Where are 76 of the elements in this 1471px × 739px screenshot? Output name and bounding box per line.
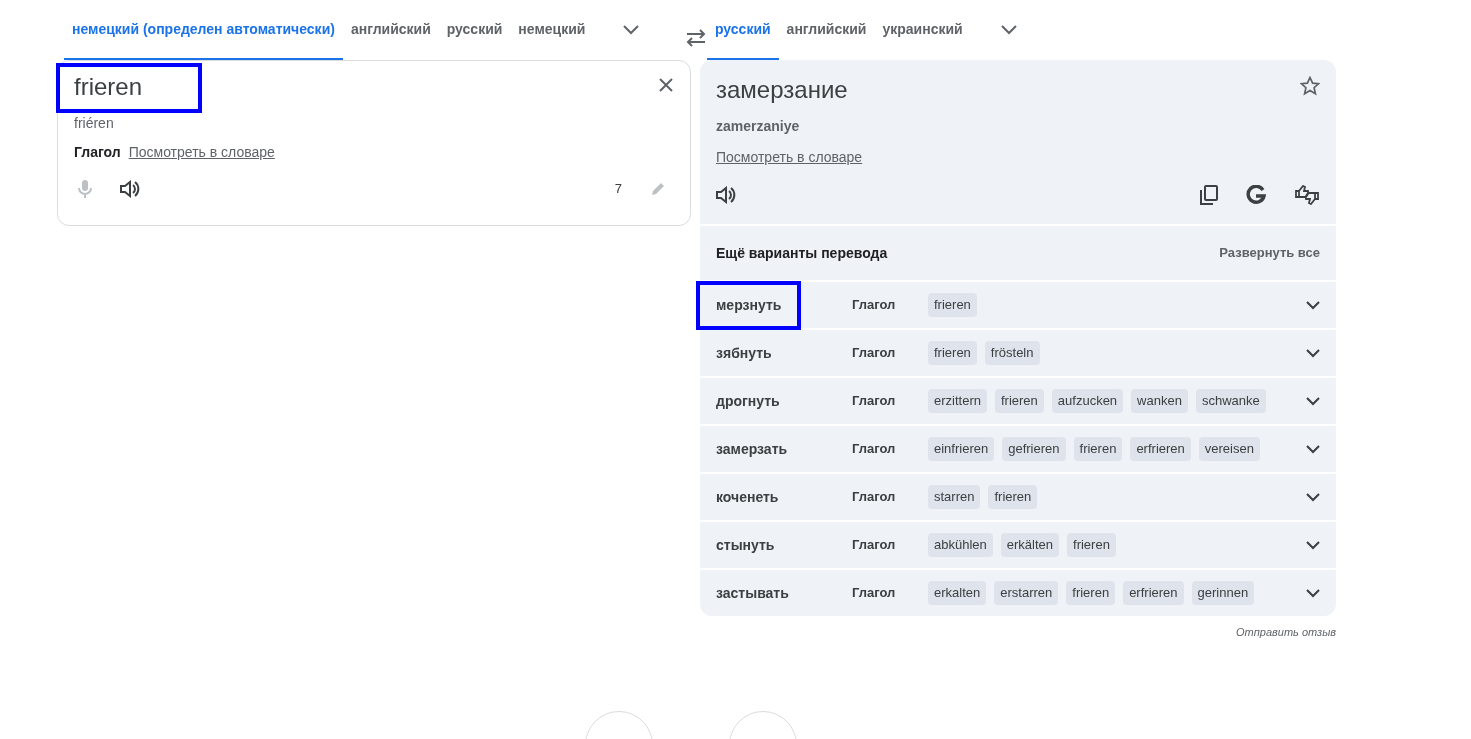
speaker-icon[interactable] — [716, 186, 736, 204]
chevron-down-icon[interactable] — [1306, 444, 1320, 454]
synonym-chip[interactable]: erfrieren — [1130, 437, 1191, 461]
language-tab[interactable]: немецкий — [510, 0, 594, 60]
translation-word: замерзать — [715, 439, 789, 459]
translation-word: коченеть — [715, 487, 780, 507]
synonym-chip[interactable]: frieren — [994, 389, 1044, 413]
synonym-chip[interactable]: erzittern — [928, 389, 987, 413]
part-of-speech: Глагол — [852, 440, 897, 459]
synonym-chip[interactable]: erfrieren — [1123, 581, 1184, 605]
translation-row[interactable]: зябнуть Глагол frieren frösteln — [700, 328, 1336, 376]
synonym-chip[interactable]: frösteln — [984, 341, 1040, 365]
translation-word: зябнуть — [715, 343, 773, 363]
expand-all-button[interactable]: Развернуть все — [1219, 243, 1320, 263]
translation-word: стынуть — [715, 535, 776, 555]
section-title: Ещё варианты перевода — [716, 243, 888, 263]
language-tab[interactable]: английский — [342, 0, 439, 60]
translation-row[interactable]: коченеть Глагол starren frieren — [700, 472, 1336, 520]
part-of-speech: Глагол — [852, 344, 897, 363]
synonym-chip[interactable]: starren — [928, 485, 981, 509]
chevron-down-icon[interactable] — [1306, 396, 1320, 406]
synonym-chip[interactable]: frieren — [1067, 533, 1116, 557]
chevron-down-icon[interactable] — [1000, 25, 1017, 35]
character-count: 7 — [614, 180, 622, 199]
star-icon[interactable] — [1300, 76, 1320, 96]
part-of-speech: Глагол — [852, 392, 897, 411]
thumbs-icon[interactable] — [1294, 185, 1320, 205]
translation-row[interactable]: застывать Глагол erkalten erstarren frieren erfrieren gerinnen — [700, 568, 1336, 616]
synonym-chip[interactable]: gerinnen — [1191, 581, 1255, 605]
dictionary-link[interactable]: Посмотреть в словаре — [128, 142, 275, 163]
synonym-chip[interactable]: frieren — [928, 293, 977, 317]
translation-row[interactable]: стынуть Глагол abkühlen erkälten frieren — [700, 520, 1336, 568]
synonym-chip[interactable]: schwanke — [1195, 389, 1266, 413]
part-of-speech: Глагол — [74, 143, 121, 162]
language-tab[interactable]: украинский — [874, 0, 971, 60]
dictionary-link[interactable]: Посмотреть в словаре — [716, 149, 863, 165]
chevron-down-icon[interactable] — [1306, 588, 1320, 598]
synonym-chip[interactable]: frieren — [928, 341, 977, 365]
synonym-chip[interactable]: vereisen — [1198, 437, 1260, 461]
synonym-chip[interactable]: wanken — [1131, 389, 1188, 413]
synonym-chip[interactable]: frieren — [1066, 581, 1116, 605]
language-tab[interactable]: английский — [778, 0, 875, 60]
speaker-icon[interactable] — [120, 180, 140, 198]
feedback-link[interactable]: Отправить отзыв — [700, 624, 1336, 641]
transliteration: friéren — [74, 114, 115, 133]
synonym-chip[interactable]: gefrieren — [1002, 437, 1066, 461]
translation-row[interactable]: мерзнуть Глагол frieren — [700, 280, 1336, 328]
part-of-speech: Глагол — [852, 536, 897, 555]
language-tab[interactable]: немецкий (определен автоматически) — [64, 0, 343, 60]
copy-icon[interactable] — [1200, 185, 1218, 205]
part-of-speech: Глагол — [852, 584, 897, 603]
synonym-chip[interactable]: frieren — [988, 485, 1038, 509]
translation-row[interactable]: дрогнуть Глагол erzittern frieren aufzucken wanken schwanke — [700, 376, 1336, 424]
chevron-down-icon[interactable] — [1306, 300, 1320, 310]
synonym-chip[interactable]: erkälten — [1000, 533, 1060, 557]
translation-word: застывать — [715, 583, 790, 603]
transliteration: zamerzaniye — [716, 117, 801, 136]
chevron-down-icon[interactable] — [1306, 492, 1320, 502]
synonym-chip[interactable]: einfrieren — [928, 437, 995, 461]
translation-row[interactable]: замерзать Глагол einfrieren gefrieren frieren erfrieren vereisen — [700, 424, 1336, 472]
synonym-chip[interactable]: erstarren — [994, 581, 1059, 605]
synonym-chip[interactable]: frieren — [1073, 437, 1123, 461]
chevron-down-icon[interactable] — [1306, 540, 1320, 550]
part-of-speech: Глагол — [852, 296, 897, 315]
language-tab[interactable]: русский — [438, 0, 511, 60]
letter-g-icon[interactable] — [1246, 185, 1266, 205]
swap-icon[interactable] — [685, 29, 707, 47]
chevron-down-icon[interactable] — [623, 25, 640, 35]
chevron-down-icon[interactable] — [1306, 348, 1320, 358]
synonym-chip[interactable]: abkühlen — [928, 533, 993, 557]
part-of-speech: Глагол — [852, 488, 897, 507]
synonym-chip[interactable]: aufzucken — [1051, 389, 1124, 413]
close-icon[interactable] — [658, 77, 674, 93]
translation-text: замерзание — [716, 75, 848, 105]
synonym-chip[interactable]: erkalten — [928, 581, 987, 605]
translation-word: дрогнуть — [715, 391, 781, 411]
